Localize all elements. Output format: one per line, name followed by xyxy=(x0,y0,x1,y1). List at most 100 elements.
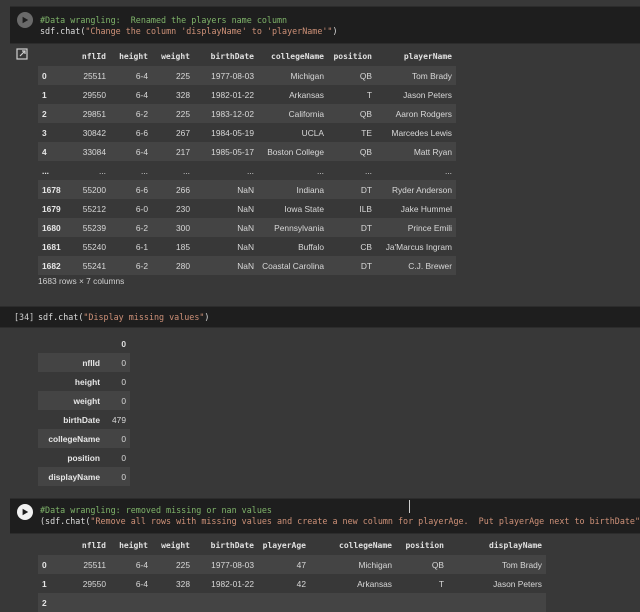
table-cell: 1984-05-19 xyxy=(211,127,254,138)
column-header: nflId xyxy=(81,541,106,550)
row-index: 2 xyxy=(42,597,47,608)
table-cell: 1985-05-17 xyxy=(211,146,254,157)
table-cell: QB xyxy=(431,559,444,570)
run-cell-button[interactable] xyxy=(17,12,33,28)
table-cell: ... xyxy=(99,165,106,176)
row-label: birthDate xyxy=(63,414,100,425)
code-cell-rename[interactable]: #Data wrangling: Renamed the players nam… xyxy=(10,6,640,44)
table-cell xyxy=(396,593,448,612)
table-row: ........................ xyxy=(38,161,456,180)
table-row: nflId 0 xyxy=(38,353,130,372)
table-row: 1682 55241 6-2 280 NaN Coastal Carolina DT C.J.… xyxy=(38,256,456,275)
table-cell: 1977-08-03 xyxy=(211,70,254,81)
table-cell: 6-4 xyxy=(135,559,148,570)
table-cell: Tom Brady xyxy=(501,559,542,570)
table-row: 0 25511 6-4 225 1977-08-03 47 Michigan QB Tom Br… xyxy=(38,555,546,574)
table-cell: 225 xyxy=(176,108,190,119)
table-cell: 225 xyxy=(176,70,190,81)
table-cell: Boston College xyxy=(267,146,324,157)
table-cell: C.J. Brewer xyxy=(408,260,452,271)
table-cell: 29550 xyxy=(82,578,106,589)
table-cell: NaN xyxy=(237,203,254,214)
table-cell: 328 xyxy=(176,578,190,589)
code-string: "Display missing values" xyxy=(83,312,205,322)
column-header: height xyxy=(119,52,148,61)
table-cell: ... xyxy=(365,165,372,176)
table-cell: 6-4 xyxy=(135,70,148,81)
table-cell: Aaron Rodgers xyxy=(395,108,452,119)
table-cell: 266 xyxy=(176,184,190,195)
row-index: 1681 xyxy=(42,241,61,252)
table-cell: ... xyxy=(183,165,190,176)
table-cell: 225 xyxy=(176,559,190,570)
column-header xyxy=(38,536,72,555)
table-row: position 0 xyxy=(38,448,130,467)
table-cell: DT xyxy=(360,260,372,271)
code-statement[interactable]: sdf.chat("Change the column 'displayName… xyxy=(40,26,338,37)
table-cell: Arkansas xyxy=(289,89,324,100)
table-cell: 6-4 xyxy=(135,89,148,100)
code-statement[interactable]: (sdf.chat("Remove all rows with missing … xyxy=(40,516,640,527)
table-row: collegeName 0 xyxy=(38,429,130,448)
table-row: 1681 55240 6-1 185 NaN Buffalo CB Ja'Marcus Ing… xyxy=(38,237,456,256)
code-cell-remove-missing[interactable]: #Data wrangling: removed missing or nan … xyxy=(10,498,640,534)
table-cell: 6-4 xyxy=(135,578,148,589)
table-cell: DT xyxy=(360,184,372,195)
table-row: 1 29550 6-4 328 1982-01-22 42 Arkansas T Jason P… xyxy=(38,574,546,593)
row-index: 1678 xyxy=(42,184,61,195)
missing-values-table: 0 nflId 0 height 0 weight 0 birthDate 479 colleg… xyxy=(38,334,130,486)
table-header-row: 0 xyxy=(38,334,130,353)
row-index: 2 xyxy=(42,108,47,119)
code-call: (sdf.chat( xyxy=(40,516,91,526)
table-cell: 42 xyxy=(296,578,306,589)
dataframe-output-table: nflId height weight birthDate collegeName pos… xyxy=(38,47,456,275)
table-cell: 230 xyxy=(176,203,190,214)
table-row: 2 xyxy=(38,593,546,612)
table-cell: 6-1 xyxy=(135,241,148,252)
run-cell-button[interactable] xyxy=(17,504,33,520)
column-header: position xyxy=(333,52,372,61)
table-cell: Michigan xyxy=(290,70,324,81)
table-cell xyxy=(448,593,546,612)
table-cell: 1977-08-03 xyxy=(211,559,254,570)
row-label: nflId xyxy=(82,357,100,368)
table-cell: TE xyxy=(361,127,372,138)
table-cell: ... xyxy=(141,165,148,176)
table-cell: 185 xyxy=(176,241,190,252)
table-row: 4 33084 6-4 217 1985-05-17 Boston College QB Ma… xyxy=(38,142,456,161)
output-redirect-icon[interactable] xyxy=(16,48,29,60)
table-cell: QB xyxy=(359,146,372,157)
code-comment: #Data wrangling: removed missing or nan … xyxy=(40,505,272,515)
table-cell: 29851 xyxy=(82,108,106,119)
row-label: collegeName xyxy=(48,433,100,444)
row-index: 3 xyxy=(42,127,47,138)
table-cell: NaN xyxy=(237,260,254,271)
table-cell: Michigan xyxy=(358,559,392,570)
code-cell-missing-values[interactable]: [34] sdf.chat("Display missing values") xyxy=(0,306,640,328)
table-cell xyxy=(110,593,152,612)
table-header-row: nflId height weight birthDate playerAge colle… xyxy=(38,536,546,555)
table-cell: ... xyxy=(445,165,452,176)
missing-count: 0 xyxy=(121,357,126,368)
table-cell xyxy=(194,593,258,612)
row-index: 4 xyxy=(42,146,47,157)
rows-columns-summary: 1683 rows × 7 columns xyxy=(38,276,125,286)
table-cell: CB xyxy=(360,241,372,252)
column-header: weight xyxy=(161,52,190,61)
table-cell: 1982-01-22 xyxy=(211,89,254,100)
code-statement[interactable]: sdf.chat("Display missing values") xyxy=(38,312,209,323)
table-cell: Jason Peters xyxy=(493,578,542,589)
table-cell: California xyxy=(288,108,324,119)
table-cell: UCLA xyxy=(301,127,324,138)
table-cell: 55239 xyxy=(82,222,106,233)
table-cell: 300 xyxy=(176,222,190,233)
table-row: 1680 55239 6-2 300 NaN Pennsylvania DT Prince E… xyxy=(38,218,456,237)
execution-count: [34] xyxy=(14,312,35,322)
table-cell: 280 xyxy=(176,260,190,271)
code-string: "Remove all rows with missing values and… xyxy=(90,516,640,526)
table-cell: Ryder Anderson xyxy=(391,184,452,195)
table-row: 1678 55200 6-6 266 NaN Indiana DT Ryder Anderso… xyxy=(38,180,456,199)
column-header xyxy=(38,47,72,66)
row-index: ... xyxy=(42,165,49,176)
column-header: nflId xyxy=(81,52,106,61)
